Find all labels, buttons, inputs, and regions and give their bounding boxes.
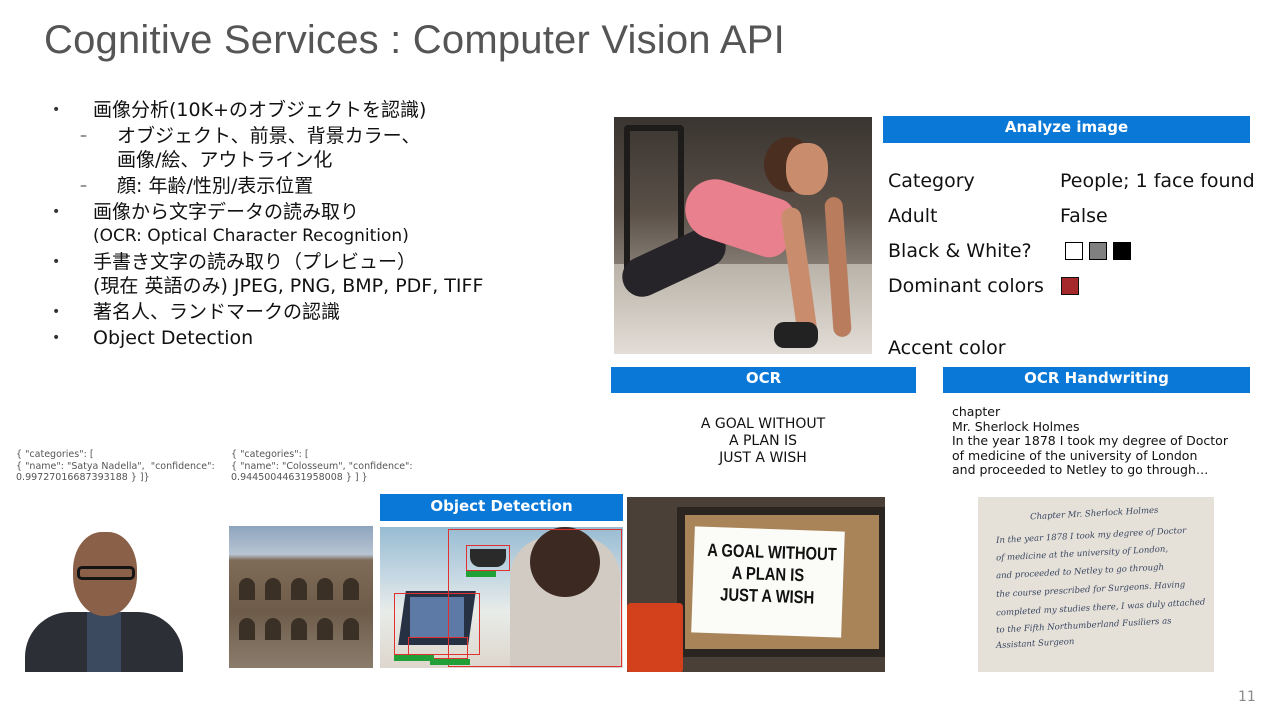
- list-item: • 画像から文字データの読み取り: [52, 200, 592, 224]
- handwriting-note-line: to the Fifth Northumberland Fusiliers as: [995, 616, 1172, 636]
- bullet-marker: •: [52, 204, 61, 220]
- object-detection-photo: [380, 527, 623, 668]
- bullet-marker: •: [52, 304, 61, 320]
- bullet-marker: •: [52, 254, 61, 270]
- white-swatch: [1065, 242, 1083, 260]
- ocr-header: OCR: [611, 367, 916, 393]
- bullet-text: 画像から文字データの読み取り: [93, 201, 360, 223]
- list-item: • Object Detection: [52, 326, 592, 350]
- list-item: (現在 英語のみ) JPEG, PNG, BMP, PDF, TIFF: [52, 274, 592, 298]
- bullet-marker: –: [80, 178, 87, 194]
- adult-label: Adult: [888, 205, 938, 227]
- bullet-marker: –: [80, 128, 87, 144]
- gray-swatch: [1089, 242, 1107, 260]
- handwriting-note-line: and proceeded to Netley to go through: [995, 562, 1165, 582]
- bullet-text: オブジェクト、前景、背景カラー、: [117, 125, 421, 147]
- list-item: 画像/絵、アウトライン化: [52, 148, 592, 172]
- category-label: Category: [888, 170, 975, 192]
- list-item: – オブジェクト、前景、背景カラー、: [52, 124, 592, 148]
- dominant-color-swatch: [1061, 277, 1079, 295]
- bullet-marker: •: [52, 102, 61, 118]
- adult-value: False: [1060, 205, 1108, 227]
- sign-text: A GOAL WITHOUT A PLAN IS JUST A WISH: [706, 539, 838, 608]
- list-item: (OCR: Optical Character Recognition): [52, 224, 592, 248]
- landmark-json: { "categories": [ { "name": "Colosseum",…: [231, 449, 413, 483]
- ocr-sample-photo: A GOAL WITHOUT A PLAN IS JUST A WISH: [627, 497, 885, 672]
- bullet-text: 画像/絵、アウトライン化: [117, 149, 333, 171]
- handwriting-note-line: Chapter Mr. Sherlock Holmes: [1029, 505, 1159, 523]
- handwriting-note-line: of medicine at the university of London,: [995, 544, 1169, 564]
- category-value: People; 1 face found: [1060, 170, 1255, 192]
- analyze-sample-photo: [614, 117, 872, 354]
- detection-box: [466, 545, 510, 571]
- list-item: – 顔: 年齢/性別/表示位置: [52, 174, 592, 198]
- list-item: • 画像分析(10K+のオブジェクトを認識): [52, 98, 592, 122]
- bullet-text: 画像分析(10K+のオブジェクトを認識): [93, 99, 427, 121]
- analyze-image-header: Analyze image: [883, 116, 1250, 143]
- bullet-text: (現在 英語のみ) JPEG, PNG, BMP, PDF, TIFF: [93, 275, 484, 297]
- bullet-text: 著名人、ランドマークの認識: [93, 301, 341, 323]
- handwriting-note-line: In the year 1878 I took my degree of Doc…: [995, 526, 1187, 546]
- handwriting-note-line: Assistant Surgeon: [995, 636, 1075, 652]
- celebrity-photo: [25, 520, 183, 672]
- handwriting-note-line: the course prescribed for Surgeons. Havi…: [995, 580, 1186, 600]
- handwriting-sample-photo: Chapter Mr. Sherlock Holmes In the year …: [978, 497, 1214, 672]
- object-detection-header: Object Detection: [380, 494, 623, 521]
- page-number: 11: [1238, 689, 1256, 705]
- list-item: • 著名人、ランドマークの認識: [52, 300, 592, 324]
- handwriting-note-line: completed my studies there, I was duly a…: [995, 597, 1206, 619]
- black-swatch: [1113, 242, 1131, 260]
- list-item: • 手書き文字の読み取り（プレビュー）: [52, 250, 592, 274]
- bullet-text: 手書き文字の読み取り（プレビュー）: [93, 251, 417, 273]
- black-white-label: Black & White?: [888, 240, 1032, 262]
- bullet-text: 顔: 年齢/性別/表示位置: [117, 175, 314, 197]
- bullet-marker: •: [52, 330, 61, 346]
- feature-list: • 画像分析(10K+のオブジェクトを認識) – オブジェクト、前景、背景カラー、 …: [52, 98, 592, 350]
- accent-color-label: Accent color: [888, 337, 1006, 359]
- slide-title: Cognitive Services : Computer Vision API: [44, 18, 785, 62]
- celebrity-json: { "categories": [ { "name": "Satya Nadel…: [16, 449, 215, 483]
- ocr-result-text: A GOAL WITHOUT A PLAN IS JUST A WISH: [700, 416, 826, 466]
- bullet-text: Object Detection: [93, 327, 254, 349]
- ocr-handwriting-header: OCR Handwriting: [943, 367, 1250, 393]
- bullet-text: (OCR: Optical Character Recognition): [93, 226, 409, 246]
- handwriting-result-text: chapter Mr. Sherlock Holmes In the year …: [952, 404, 1228, 477]
- landmark-photo: [229, 526, 373, 668]
- dominant-colors-label: Dominant colors: [888, 275, 1044, 297]
